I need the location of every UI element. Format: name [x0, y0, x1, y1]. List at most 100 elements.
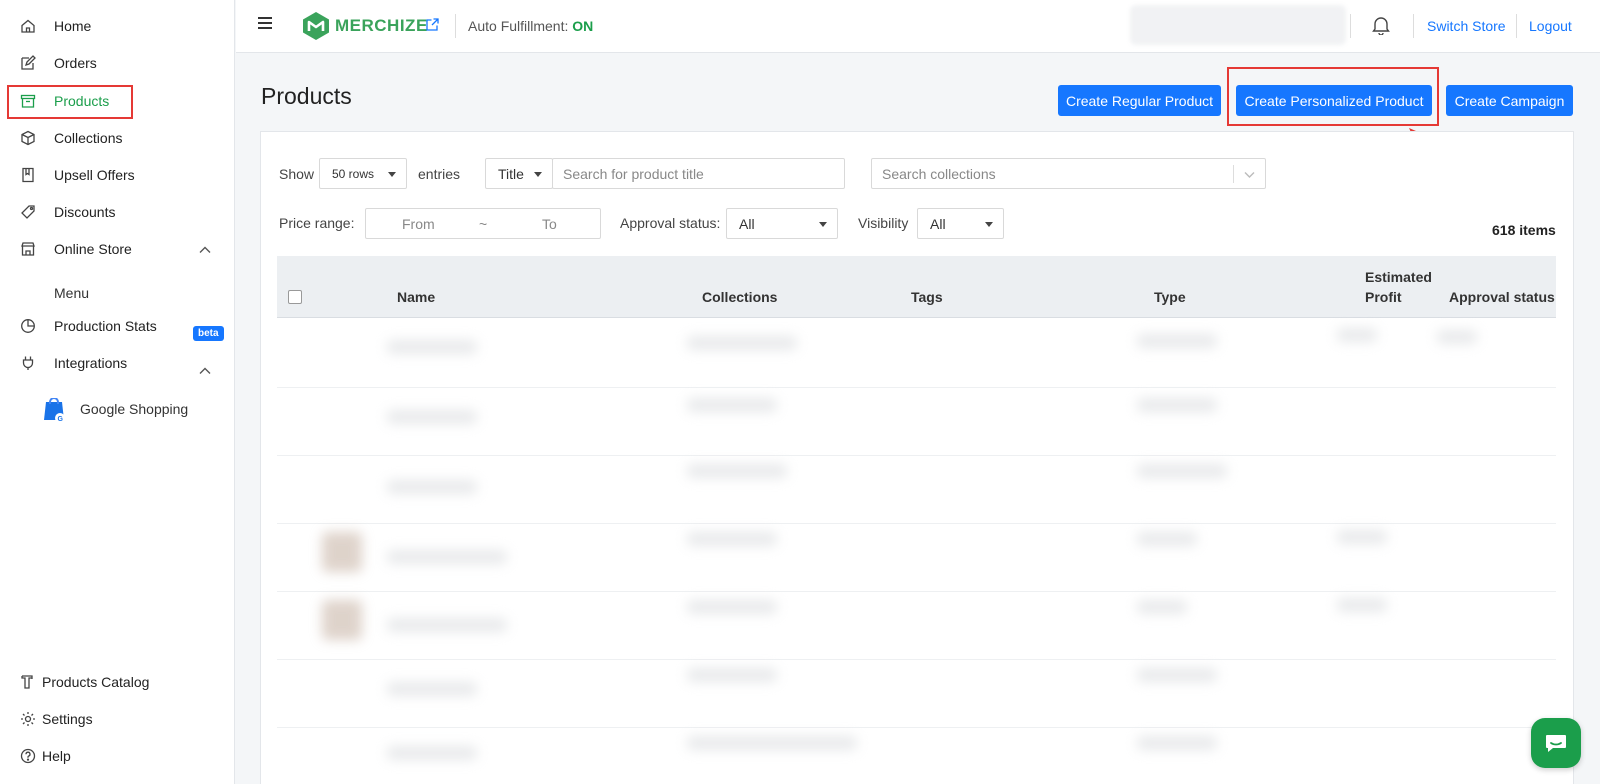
blurred-thumbnail	[322, 532, 362, 572]
search-field-type-value: Title	[498, 165, 524, 182]
approval-status-value: All	[739, 215, 755, 232]
create-personalized-product-button[interactable]: Create Personalized Product	[1236, 85, 1432, 116]
sidebar-item-production-stats[interactable]: Production Stats	[20, 314, 157, 338]
gear-icon	[20, 711, 36, 727]
switch-store-link[interactable]: Switch Store	[1427, 18, 1506, 34]
chevron-up-icon[interactable]	[198, 364, 212, 378]
sidebar-item-discounts[interactable]: Discounts	[20, 200, 115, 224]
sidebar-item-label: Online Store	[54, 241, 132, 257]
sidebar-subitem-google-shopping[interactable]: Google Shopping	[80, 401, 188, 417]
sidebar-item-label: Orders	[54, 55, 97, 71]
visibility-select[interactable]: All	[917, 208, 1004, 239]
column-header-estimated-profit-line1: Estimated	[1365, 269, 1432, 285]
sidebar: Home Orders Products Collections Upsell …	[0, 0, 235, 784]
table-row[interactable]	[277, 660, 1556, 728]
edit-icon	[20, 55, 36, 71]
blurred-content	[1137, 668, 1217, 682]
chevron-up-icon[interactable]	[198, 243, 212, 257]
sidebar-item-collections[interactable]: Collections	[20, 126, 122, 150]
merchize-logo[interactable]: MERCHIZE	[300, 10, 428, 42]
create-campaign-button[interactable]: Create Campaign	[1446, 85, 1573, 116]
blurred-content	[687, 668, 777, 682]
blurred-content	[1337, 530, 1387, 544]
table-row[interactable]	[277, 320, 1556, 388]
table-row[interactable]	[277, 456, 1556, 524]
divider	[1233, 165, 1234, 183]
chevron-down-icon[interactable]	[1244, 169, 1255, 180]
price-to-input[interactable]: To	[542, 216, 557, 232]
blurred-content	[1337, 598, 1387, 612]
sidebar-subitem-menu[interactable]: Menu	[54, 285, 89, 301]
table-header	[277, 256, 1556, 318]
search-field-type-select[interactable]: Title	[485, 158, 553, 189]
create-regular-product-button[interactable]: Create Regular Product	[1058, 85, 1221, 116]
blurred-content	[387, 340, 477, 354]
blurred-content	[387, 410, 477, 424]
bell-icon[interactable]	[1372, 15, 1390, 35]
product-title-search-input[interactable]: Search for product title	[552, 158, 845, 189]
select-all-checkbox[interactable]	[288, 290, 302, 304]
table-row[interactable]	[277, 388, 1556, 456]
caret-down-icon	[819, 222, 827, 227]
sidebar-item-settings[interactable]: Settings	[20, 711, 93, 727]
visibility-label: Visibility	[858, 215, 909, 231]
divider	[1413, 14, 1414, 38]
blurred-content	[387, 682, 477, 696]
logout-link[interactable]: Logout	[1529, 18, 1572, 34]
book-icon	[20, 167, 36, 183]
top-bar: MERCHIZE Auto Fulfillment: ON Switch Sto…	[236, 0, 1600, 53]
merchize-logo-icon	[303, 12, 329, 40]
blurred-store-selector[interactable]	[1130, 5, 1346, 45]
sidebar-item-label: Products	[54, 93, 110, 109]
blurred-content	[1137, 398, 1217, 412]
column-header-tags: Tags	[911, 289, 943, 305]
sidebar-item-help[interactable]: Help	[20, 748, 71, 764]
approval-status-select[interactable]: All	[726, 208, 838, 239]
blurred-content	[1137, 464, 1227, 478]
google-shopping-icon: G	[44, 398, 65, 423]
table-row[interactable]	[277, 524, 1556, 592]
sidebar-item-label: Help	[42, 748, 71, 764]
sidebar-item-label: Integrations	[54, 355, 128, 371]
blurred-content	[387, 618, 507, 632]
sidebar-item-products[interactable]: Products	[20, 89, 109, 113]
sidebar-item-home[interactable]: Home	[20, 14, 91, 38]
collections-search-input[interactable]: Search collections	[871, 158, 1266, 189]
chat-button[interactable]	[1531, 718, 1581, 768]
box-icon	[20, 93, 36, 109]
sidebar-item-integrations[interactable]: Integrations	[20, 351, 127, 375]
auto-fulfillment-value: ON	[572, 18, 594, 34]
page-title: Products	[261, 83, 352, 109]
sidebar-item-upsell-offers[interactable]: Upsell Offers	[20, 163, 135, 187]
blurred-content	[687, 736, 857, 750]
table-row[interactable]	[277, 728, 1556, 784]
column-header-collections: Collections	[702, 289, 778, 305]
external-link-icon[interactable]	[426, 18, 439, 31]
svg-text:G: G	[58, 416, 64, 423]
logo-text: MERCHIZE	[335, 16, 428, 35]
sidebar-item-products-catalog[interactable]: Products Catalog	[20, 674, 149, 690]
table-row[interactable]	[277, 592, 1556, 660]
price-from-input[interactable]: From	[402, 216, 435, 232]
blurred-content	[1137, 736, 1217, 750]
chat-icon	[1546, 735, 1566, 752]
rows-per-page-select[interactable]: 50 rows	[319, 158, 407, 189]
caret-down-icon	[985, 222, 993, 227]
column-header-type: Type	[1154, 289, 1186, 305]
price-range-separator: ~	[479, 216, 488, 232]
sidebar-item-orders[interactable]: Orders	[20, 51, 97, 75]
plug-icon	[20, 355, 36, 371]
blurred-content	[387, 550, 507, 564]
blurred-content	[1137, 532, 1197, 546]
column-header-name[interactable]: Name	[397, 289, 435, 305]
catalog-icon	[20, 674, 36, 690]
blurred-thumbnail	[322, 600, 362, 640]
sidebar-item-label: Home	[54, 18, 92, 34]
store-icon	[20, 241, 36, 257]
sidebar-item-online-store[interactable]: Online Store	[20, 237, 132, 261]
blurred-content	[687, 464, 787, 478]
hamburger-menu-icon[interactable]	[258, 17, 272, 29]
sidebar-item-label: Production Stats	[54, 318, 157, 334]
column-header-estimated-profit-line2: Profit	[1365, 289, 1402, 305]
tag-icon	[20, 204, 36, 220]
